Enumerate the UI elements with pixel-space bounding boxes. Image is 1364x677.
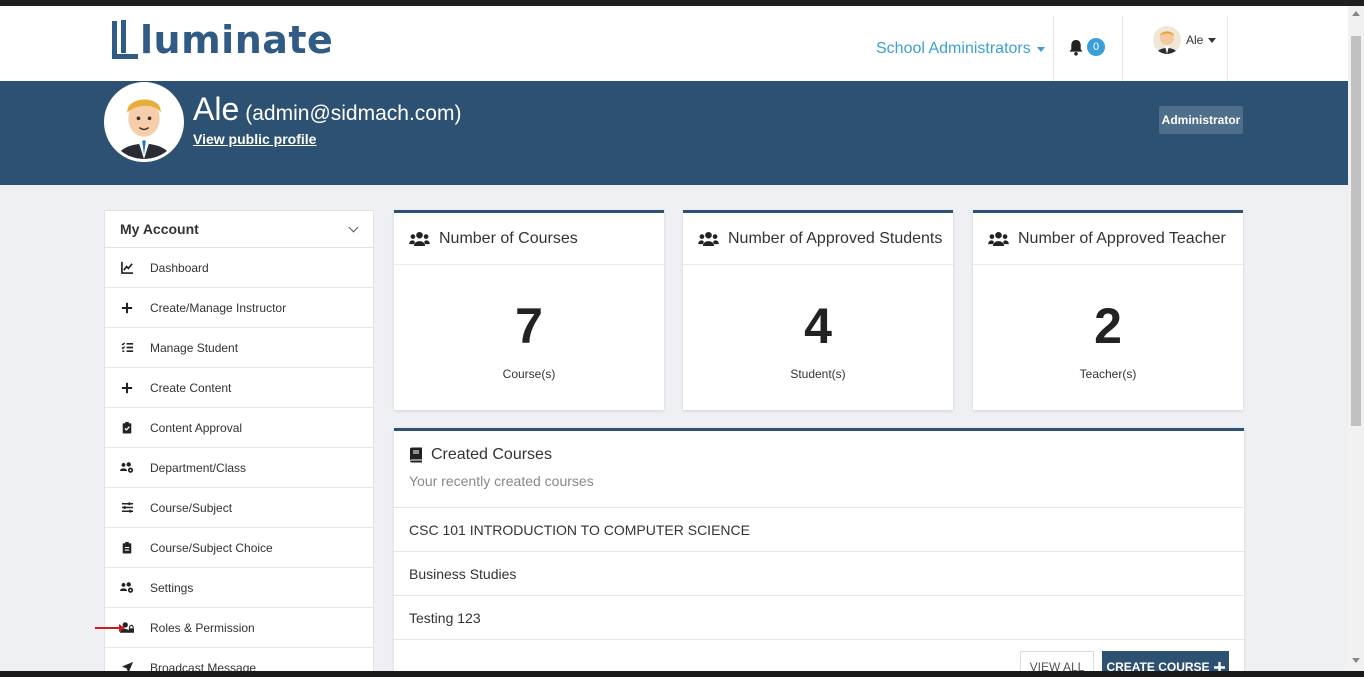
nav-divider [1122, 16, 1123, 86]
chart-line-icon [120, 261, 134, 275]
stat-card-unit: Course(s) [502, 367, 556, 381]
stat-card-value: 7 [515, 298, 543, 354]
nav-divider [1227, 16, 1228, 86]
sidebar-item-label: Department/Class [150, 460, 247, 475]
created-courses-panel: Created Courses Your recently created co… [394, 428, 1244, 677]
users-cog-icon [120, 581, 134, 595]
sidebar-item-label: Create/Manage Instructor [150, 300, 287, 315]
sidebar-item-label: Dashboard [150, 260, 209, 275]
created-courses-title-row: Created Courses [409, 446, 1229, 464]
administrator-badge-button[interactable]: Administrator [1159, 106, 1243, 134]
user-avatar [1153, 26, 1181, 54]
sidebar-item-create-content[interactable]: Create Content [105, 368, 373, 408]
logo-mark-icon [112, 20, 138, 59]
notification-count-badge: 0 [1087, 38, 1105, 56]
stat-card-unit: Teacher(s) [1079, 367, 1137, 381]
account-sidebar: My Account Dashboard Create/Manage Instr… [95, 210, 374, 677]
notifications-button[interactable]: 0 [1068, 38, 1105, 56]
course-row[interactable]: Testing 123 [394, 596, 1244, 640]
sidebar-item-label: Roles & Permission [150, 620, 255, 635]
book-icon [410, 447, 422, 463]
user-menu-name: Ale [1186, 33, 1204, 47]
clipboard-check-icon [120, 421, 134, 435]
users-cog-icon [120, 461, 134, 475]
sidebar-item-course-subject-choice[interactable]: Course/Subject Choice [105, 528, 373, 568]
sliders-icon [120, 501, 134, 515]
page-scrollbar[interactable] [1348, 6, 1364, 671]
plus-icon [120, 381, 134, 395]
sidebar-item-roles-permission[interactable]: Roles & Permission [95, 608, 373, 648]
role-switcher-label: School Administrators [876, 40, 1031, 57]
course-row[interactable]: Business Studies [394, 552, 1244, 596]
caret-down-icon [1208, 37, 1217, 43]
sidebar-item-department-class[interactable]: Department/Class [105, 448, 373, 488]
list-check-icon [120, 341, 134, 355]
profile-avatar [104, 82, 184, 162]
clipboard-list-icon [120, 541, 134, 555]
my-account-header[interactable]: My Account [105, 211, 373, 248]
profile-email: (admin@sidmach.com) [245, 102, 462, 125]
users-icon [988, 231, 1009, 246]
sidebar-item-content-approval[interactable]: Content Approval [105, 408, 373, 448]
stat-card-header: Number of Approved Teacher [973, 213, 1243, 265]
annotation-arrow-icon [95, 624, 125, 632]
created-courses-title: Created Courses [431, 446, 552, 463]
stat-card-header: Number of Courses [394, 213, 664, 265]
stat-card-title: Number of Approved Teacher [1018, 229, 1226, 247]
profile-heading: Ale (admin@sidmach.com) [193, 91, 461, 128]
profile-banner: Ale (admin@sidmach.com) View public prof… [0, 81, 1348, 185]
scroll-up-arrow-icon[interactable] [1352, 11, 1360, 16]
my-account-title: My Account [120, 221, 199, 237]
stat-card-courses: Number of Courses 7 Course(s) [394, 210, 664, 410]
logo-text: luminate [140, 18, 334, 62]
users-icon [409, 231, 430, 246]
top-navbar: luminate School Administrators 0 Ale [0, 6, 1348, 86]
stat-card-value: 2 [1094, 298, 1122, 354]
stat-card-header: Number of Approved Students [683, 213, 953, 265]
view-public-profile-link[interactable]: View public profile [193, 131, 316, 147]
scroll-down-arrow-icon[interactable] [1352, 658, 1360, 663]
stat-card-unit: Student(s) [790, 367, 846, 381]
sidebar-item-settings[interactable]: Settings [105, 568, 373, 608]
bell-icon [1069, 39, 1083, 56]
scrollbar-thumb[interactable] [1351, 36, 1361, 426]
sidebar-item-label: Content Approval [150, 420, 243, 435]
users-icon [698, 231, 719, 246]
sidebar-item-label: Settings [150, 580, 194, 595]
luminate-logo[interactable]: luminate [112, 18, 334, 62]
sidebar-item-create-manage-instructor[interactable]: Create/Manage Instructor [105, 288, 373, 328]
sidebar-item-label: Manage Student [150, 340, 239, 355]
plus-icon [120, 301, 134, 315]
stat-card-title: Number of Approved Students [728, 229, 943, 247]
stat-card-approved-teacher: Number of Approved Teacher 2 Teacher(s) [973, 210, 1243, 410]
course-row[interactable]: CSC 101 INTRODUCTION TO COMPUTER SCIENCE [394, 508, 1244, 552]
stat-card-approved-students: Number of Approved Students 4 Student(s) [683, 210, 953, 410]
role-switcher-dropdown[interactable]: School Administrators [876, 40, 1045, 58]
nav-divider [1053, 16, 1054, 86]
sidebar-item-manage-student[interactable]: Manage Student [105, 328, 373, 368]
created-courses-header: Created Courses Your recently created co… [394, 431, 1244, 508]
sidebar-item-label: Create Content [150, 380, 232, 395]
stat-card-title: Number of Courses [439, 229, 578, 247]
user-menu-dropdown[interactable]: Ale [1153, 26, 1217, 54]
sidebar-item-course-subject[interactable]: Course/Subject [105, 488, 373, 528]
sidebar-item-label: Course/Subject [150, 500, 233, 515]
stat-card-value: 4 [804, 298, 832, 354]
caret-down-icon [1036, 46, 1045, 52]
os-taskbar [0, 671, 1364, 677]
sidebar-item-label: Course/Subject Choice [150, 540, 273, 555]
created-courses-subtitle: Your recently created courses [409, 473, 594, 489]
profile-name: Ale [193, 91, 240, 127]
sidebar-item-dashboard[interactable]: Dashboard [105, 248, 373, 288]
chevron-down-icon [348, 222, 359, 232]
